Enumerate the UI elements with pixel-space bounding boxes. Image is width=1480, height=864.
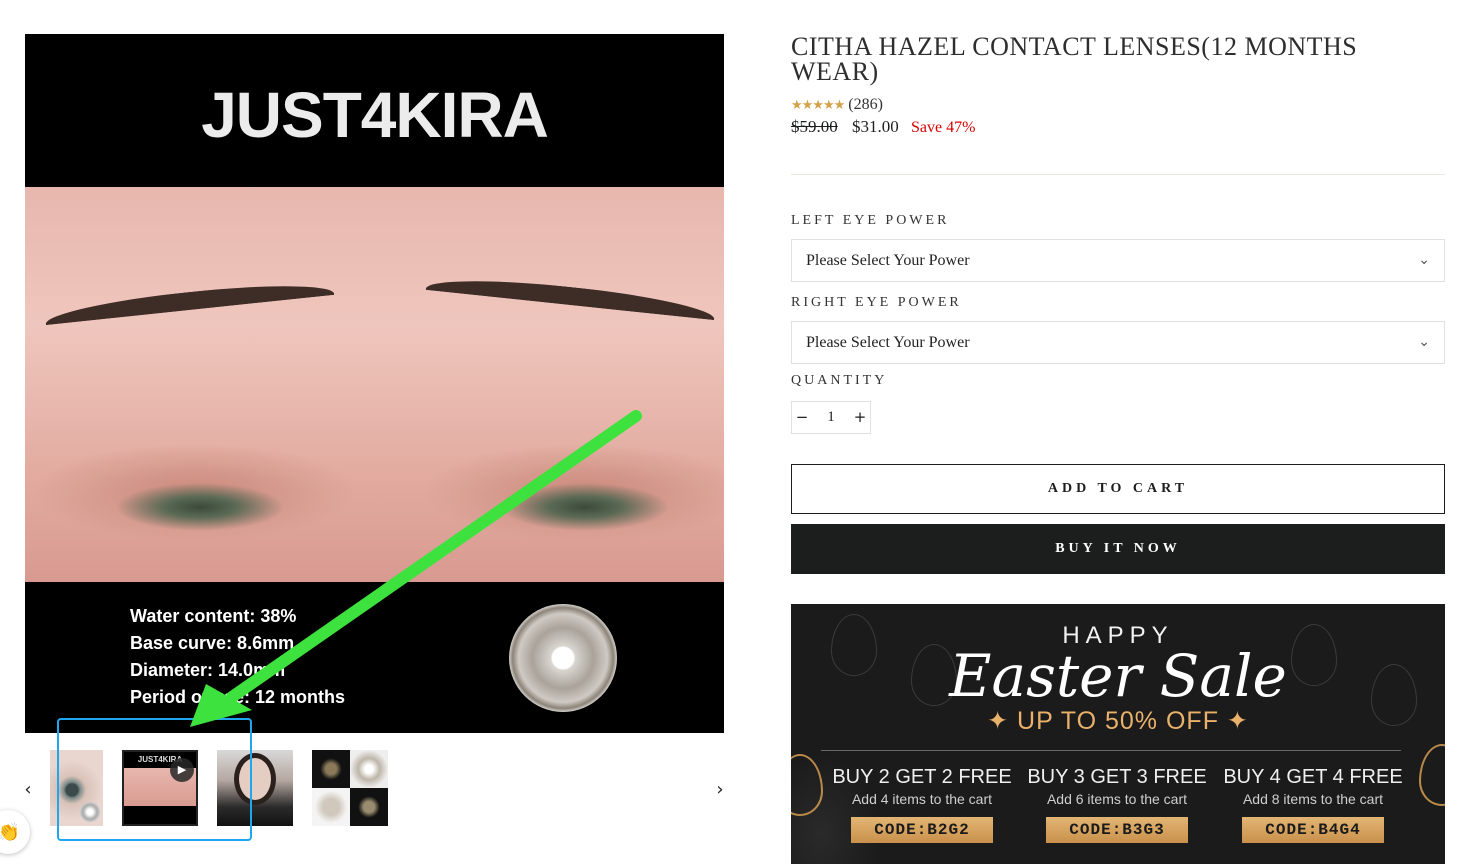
quantity-stepper: − 1 + xyxy=(791,401,871,434)
thumbnail-highlight-box xyxy=(57,718,252,841)
quantity-input[interactable]: 1 xyxy=(812,402,850,433)
compare-price: $59.00 xyxy=(791,117,838,136)
deal-b2g2: BUY 2 GET 2 FREE Add 4 items to the cart… xyxy=(827,766,1017,843)
deal-code: CODE:B4G4 xyxy=(1242,817,1384,843)
egg-decoration xyxy=(791,754,823,816)
thumb-prev-chevron-left-icon[interactable]: ‹ xyxy=(18,778,38,802)
star-rating-icon: ★★★★★ xyxy=(791,98,845,113)
rating[interactable]: ★★★★★ (286) xyxy=(791,96,883,114)
deal-code: CODE:B2G2 xyxy=(851,817,993,843)
brand-banner: JUST4KIRA xyxy=(25,34,724,187)
eyes-photo xyxy=(25,187,724,582)
brand-logo-text: JUST4KIRA xyxy=(201,79,549,151)
easter-sale-banner[interactable]: HAPPY Easter Sale ✦ UP TO 50% OFF ✦ BUY … xyxy=(791,604,1445,864)
divider xyxy=(791,174,1445,175)
left-eyebrow xyxy=(44,276,336,342)
main-product-image[interactable]: JUST4KIRA Water content: 38% Base curve:… xyxy=(25,34,724,733)
left-eye-power-value: Please Select Your Power xyxy=(806,252,970,269)
deal-b4g4: BUY 4 GET 4 FREE Add 8 items to the cart… xyxy=(1218,766,1408,843)
specs-banner xyxy=(25,582,724,733)
price-row: $59.00 $31.00 Save 47% xyxy=(791,117,975,137)
thumb-next-chevron-right-icon[interactable]: › xyxy=(710,778,730,802)
thumb-quadrant xyxy=(350,750,388,788)
product-title: CITHA HAZEL CONTACT LENSES(12 MONTHS WEA… xyxy=(791,32,1358,86)
thumb-quadrant xyxy=(312,750,350,788)
quantity-minus-button[interactable]: − xyxy=(792,402,812,433)
promo-headline: Easter Sale xyxy=(949,642,1287,710)
deal-title: BUY 4 GET 4 FREE xyxy=(1223,766,1403,788)
deal-code: CODE:B3G3 xyxy=(1046,817,1188,843)
spec-water-content: Water content: 38% xyxy=(130,606,297,626)
spec-diameter: Diameter: 14.0mm xyxy=(130,660,286,680)
right-eye-power-label: RIGHT EYE POWER xyxy=(791,295,962,310)
egg-decoration xyxy=(1419,744,1445,806)
chevron-down-icon: ⌄ xyxy=(1418,252,1430,268)
deal-title: BUY 3 GET 3 FREE xyxy=(1027,766,1207,788)
thumbnail-4[interactable] xyxy=(312,750,388,826)
thumb-quadrant xyxy=(312,788,350,826)
spec-base-curve: Base curve: 8.6mm xyxy=(130,633,295,653)
deal-subtitle: Add 6 items to the cart xyxy=(1046,791,1188,807)
deal-b3g3: BUY 3 GET 3 FREE Add 6 items to the cart… xyxy=(1022,766,1212,843)
review-count[interactable]: (286) xyxy=(848,96,883,113)
left-eye-power-select[interactable]: Please Select Your Power ⌄ xyxy=(791,239,1445,282)
spec-period: Period of use: 12 months xyxy=(130,687,346,707)
right-eye-power-value: Please Select Your Power xyxy=(806,334,970,351)
promo-subheadline: ✦ UP TO 50% OFF ✦ xyxy=(987,707,1249,735)
promo-divider xyxy=(821,750,1401,751)
chat-widget-icon[interactable]: 👏 xyxy=(0,810,30,854)
right-eye-power-select[interactable]: Please Select Your Power ⌄ xyxy=(791,321,1445,364)
left-eye-power-label: LEFT EYE POWER xyxy=(791,213,950,228)
deal-subtitle: Add 4 items to the cart xyxy=(851,791,993,807)
right-eyebrow xyxy=(424,271,716,337)
chevron-down-icon: ⌄ xyxy=(1418,334,1430,350)
lens-image xyxy=(509,604,617,712)
add-to-cart-button[interactable]: ADD TO CART xyxy=(791,464,1445,514)
buy-it-now-button[interactable]: BUY IT NOW xyxy=(791,524,1445,574)
save-badge: Save 47% xyxy=(911,119,976,136)
quantity-label: QUANTITY xyxy=(791,373,888,388)
quantity-plus-button[interactable]: + xyxy=(850,402,870,433)
deal-subtitle: Add 8 items to the cart xyxy=(1242,791,1384,807)
deal-title: BUY 2 GET 2 FREE xyxy=(832,766,1012,788)
thumb-quadrant xyxy=(350,788,388,826)
sale-price: $31.00 xyxy=(852,117,899,136)
